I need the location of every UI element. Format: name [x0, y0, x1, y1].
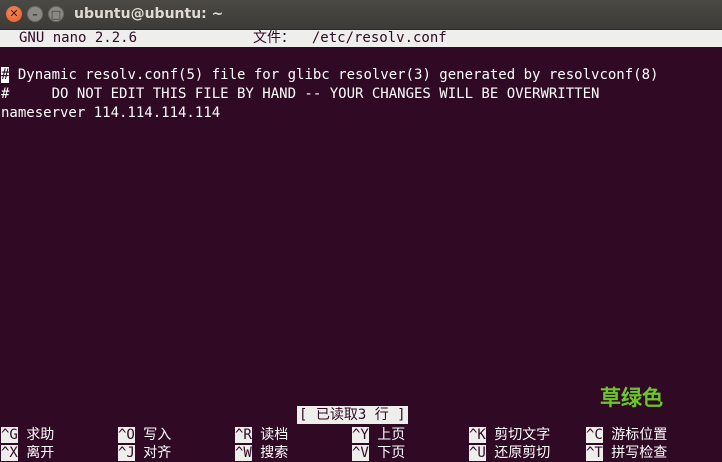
shortcut-label: 读档: [260, 427, 289, 443]
shortcut-key: ^T: [586, 445, 603, 461]
shortcut-exit[interactable]: ^X 离开: [1, 444, 54, 462]
shortcut-label: 还原剪切: [494, 445, 551, 461]
file-line-2: # DO NOT EDIT THIS FILE BY HAND -- YOUR …: [1, 86, 600, 102]
window-title: ubuntu@ubuntu: ~: [74, 6, 224, 22]
shortcut-prev-page[interactable]: ^Y 上页: [352, 426, 405, 444]
shortcut-uncut-text[interactable]: ^U 还原剪切: [469, 444, 550, 462]
minimize-icon[interactable]: –: [27, 6, 43, 22]
shortcut-key: ^Y: [352, 427, 369, 443]
shortcut-key: ^X: [1, 445, 18, 461]
close-icon[interactable]: ✕: [6, 6, 22, 22]
shortcut-key: ^C: [586, 427, 603, 443]
shortcut-label: 上页: [377, 427, 406, 443]
shortcut-key: ^J: [118, 445, 135, 461]
shortcut-cursor-pos[interactable]: ^C 游标位置: [586, 426, 667, 444]
green-overlay-text: 草绿色: [600, 386, 663, 410]
nano-version: GNU nano 2.2.6: [19, 30, 138, 46]
shortcut-label: 对齐: [143, 445, 172, 461]
title-bar[interactable]: ✕ – □ ubuntu@ubuntu: ~: [0, 0, 722, 30]
shortcut-key: ^U: [469, 445, 486, 461]
shortcut-label: 离开: [26, 445, 55, 461]
shortcut-key: ^O: [118, 427, 135, 443]
shortcut-key: ^R: [235, 427, 252, 443]
shortcut-label: 拼写检查: [611, 445, 668, 461]
shortcut-label: 下页: [377, 445, 406, 461]
shortcut-key: ^K: [469, 427, 486, 443]
shortcut-where-is[interactable]: ^W 搜索: [235, 444, 288, 462]
shortcut-next-page[interactable]: ^V 下页: [352, 444, 405, 462]
nano-header-bar: GNU nano 2.2.6 文件： /etc/resolv.conf: [0, 30, 722, 47]
shortcut-write-out[interactable]: ^O 写入: [118, 426, 171, 444]
terminal-window: ✕ – □ ubuntu@ubuntu: ~ GNU nano 2.2.6 文件…: [0, 0, 722, 462]
maximize-icon[interactable]: □: [48, 6, 64, 22]
shortcut-label: 写入: [143, 427, 172, 443]
file-line-1-text: Dynamic resolv.conf(5) file for glibc re…: [9, 67, 659, 83]
shortcut-help[interactable]: ^G 求助: [1, 426, 54, 444]
shortcut-key: ^W: [235, 445, 252, 461]
shortcut-cut-text[interactable]: ^K 剪切文字: [469, 426, 550, 444]
status-message: [ 已读取3 行 ]: [297, 406, 408, 424]
shortcut-key: ^G: [1, 427, 18, 443]
shortcut-label: 游标位置: [611, 427, 668, 443]
shortcut-label: 剪切文字: [494, 427, 551, 443]
shortcut-label: 搜索: [260, 445, 289, 461]
shortcut-justify[interactable]: ^J 对齐: [118, 444, 171, 462]
shortcut-key: ^V: [352, 445, 369, 461]
nano-file-label: 文件： /etc/resolv.conf: [253, 30, 447, 46]
file-line-1: # Dynamic resolv.conf(5) file for glibc …: [1, 66, 658, 85]
shortcut-label: 求助: [26, 427, 55, 443]
shortcut-read-file[interactable]: ^R 读档: [235, 426, 288, 444]
file-line-3: nameserver 114.114.114.114: [1, 105, 221, 121]
shortcut-spell-check[interactable]: ^T 拼写检查: [586, 444, 667, 462]
